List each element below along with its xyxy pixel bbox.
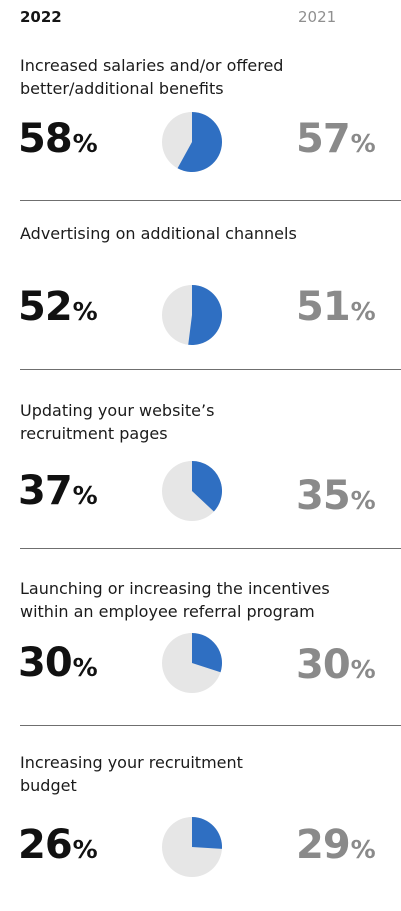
value-2022: 26: [18, 822, 73, 868]
percent-2021: 51%: [296, 287, 376, 327]
percent-2021: 57%: [296, 119, 376, 159]
percent-2021: 30%: [296, 645, 376, 685]
percent-sign-2021: %: [350, 297, 376, 326]
item-title: Advertising on additional channels: [20, 224, 297, 243]
percent-2022: 26%: [18, 825, 98, 865]
stat-item-referral: Launching or increasing the incentives w…: [0, 577, 401, 737]
pie-svg: [162, 633, 222, 693]
percent-sign-2021: %: [350, 835, 376, 864]
percent-2021: 35%: [296, 476, 376, 516]
pie-chart: [162, 285, 222, 345]
pie-svg: [162, 285, 222, 345]
current-year-label: 2022: [20, 8, 62, 26]
percent-2021: 29%: [296, 825, 376, 865]
stat-item-advertising: Advertising on additional channels 52% 5…: [0, 222, 401, 382]
pie-chart: [162, 112, 222, 172]
pie-svg: [162, 112, 222, 172]
divider: [20, 369, 401, 370]
percent-sign-2022: %: [72, 481, 98, 510]
pie-chart: [162, 633, 222, 693]
value-2022: 58: [18, 116, 73, 162]
item-title: Increased salaries and/or offered better…: [20, 56, 284, 98]
stat-item-salaries: Increased salaries and/or offered better…: [0, 54, 401, 214]
pie-chart: [162, 461, 222, 521]
value-2021: 57: [296, 116, 351, 162]
percent-sign-2021: %: [350, 486, 376, 515]
year-header: 2022 2021: [20, 8, 390, 28]
percent-2022: 30%: [18, 643, 98, 683]
value-2021: 30: [296, 642, 351, 688]
percent-sign-2021: %: [350, 655, 376, 684]
percent-2022: 52%: [18, 287, 98, 327]
divider: [20, 200, 401, 201]
stat-item-website: Updating your website’s recruitment page…: [0, 399, 401, 559]
pie-chart: [162, 817, 222, 877]
percent-sign-2022: %: [72, 653, 98, 682]
percent-sign-2022: %: [72, 129, 98, 158]
percent-sign-2022: %: [72, 297, 98, 326]
value-2021: 29: [296, 822, 351, 868]
stat-item-budget: Increasing your recruitment budget 26% 2…: [0, 751, 401, 911]
percent-2022: 37%: [18, 471, 98, 511]
item-title: Updating your website’s recruitment page…: [20, 401, 215, 443]
item-title: Launching or increasing the incentives w…: [20, 579, 330, 621]
value-2022: 30: [18, 640, 73, 686]
percent-sign-2022: %: [72, 835, 98, 864]
percent-sign-2021: %: [350, 129, 376, 158]
divider: [20, 548, 401, 549]
item-title: Increasing your recruitment budget: [20, 753, 243, 795]
value-2021: 35: [296, 473, 351, 519]
value-2022: 37: [18, 468, 73, 514]
value-2022: 52: [18, 284, 73, 330]
pie-slice-2022: [188, 285, 222, 345]
pie-svg: [162, 817, 222, 877]
value-2021: 51: [296, 284, 351, 330]
previous-year-label: 2021: [298, 8, 337, 26]
pie-svg: [162, 461, 222, 521]
percent-2022: 58%: [18, 119, 98, 159]
divider: [20, 725, 401, 726]
pie-slice-2022: [192, 817, 222, 849]
